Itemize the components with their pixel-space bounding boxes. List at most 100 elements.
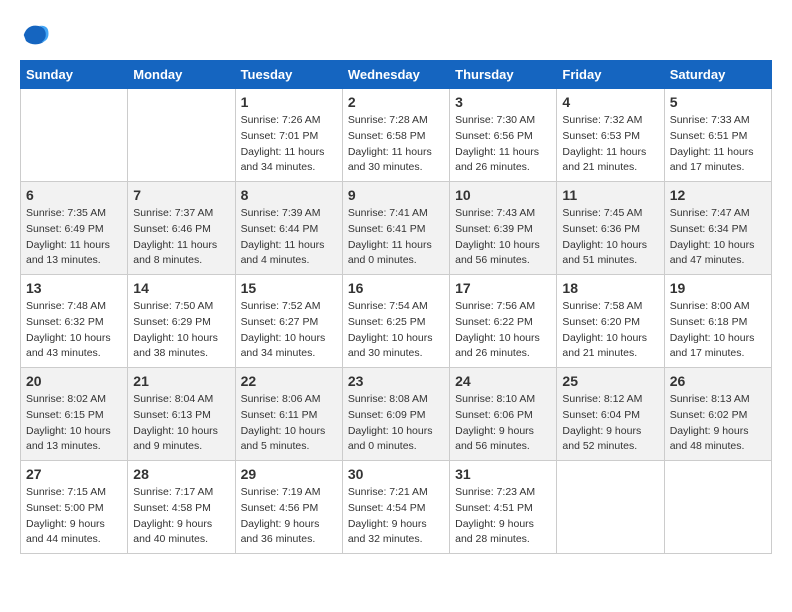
calendar-cell: 9 Sunrise: 7:41 AMSunset: 6:41 PMDaylight… (342, 182, 449, 275)
day-info: Sunrise: 8:00 AMSunset: 6:18 PMDaylight:… (670, 299, 766, 362)
day-info: Sunrise: 7:41 AMSunset: 6:41 PMDaylight:… (348, 206, 444, 269)
calendar-cell: 25 Sunrise: 8:12 AMSunset: 6:04 PMDayligh… (557, 368, 664, 461)
day-info: Sunrise: 7:26 AMSunset: 7:01 PMDaylight:… (241, 113, 337, 176)
calendar-cell: 23Sunrise: 8:08 AMSunset: 6:09 PMDayligh… (342, 368, 449, 461)
calendar-cell: 4 Sunrise: 7:32 AMSunset: 6:53 PMDaylight… (557, 89, 664, 182)
day-number: 7 (133, 187, 229, 203)
calendar-cell: 18Sunrise: 7:58 AMSunset: 6:20 PMDayligh… (557, 275, 664, 368)
calendar-cell: 12 Sunrise: 7:47 AMSunset: 6:34 PMDayligh… (664, 182, 771, 275)
header-wednesday: Wednesday (342, 61, 449, 89)
day-number: 26 (670, 373, 766, 389)
calendar-cell: 21Sunrise: 8:04 AMSunset: 6:13 PMDayligh… (128, 368, 235, 461)
day-number: 5 (670, 94, 766, 110)
header-row: SundayMondayTuesdayWednesdayThursdayFrid… (21, 61, 772, 89)
day-number: 14 (133, 280, 229, 296)
calendar-cell (557, 461, 664, 554)
header-thursday: Thursday (450, 61, 557, 89)
week-row-2: 6 Sunrise: 7:35 AMSunset: 6:49 PMDaylight… (21, 182, 772, 275)
day-info: Sunrise: 7:37 AMSunset: 6:46 PMDaylight:… (133, 206, 229, 269)
day-number: 21 (133, 373, 229, 389)
calendar-cell: 3 Sunrise: 7:30 AMSunset: 6:56 PMDaylight… (450, 89, 557, 182)
day-number: 2 (348, 94, 444, 110)
logo-icon (20, 20, 50, 50)
day-number: 12 (670, 187, 766, 203)
calendar-cell: 14 Sunrise: 7:50 AMSunset: 6:29 PMDayligh… (128, 275, 235, 368)
day-number: 25 (562, 373, 658, 389)
day-number: 9 (348, 187, 444, 203)
day-number: 15 (241, 280, 337, 296)
calendar-cell: 17 Sunrise: 7:56 AMSunset: 6:22 PMDayligh… (450, 275, 557, 368)
calendar-cell: 13Sunrise: 7:48 AMSunset: 6:32 PMDayligh… (21, 275, 128, 368)
day-info: Sunrise: 7:35 AMSunset: 6:49 PMDaylight:… (26, 206, 122, 269)
day-number: 6 (26, 187, 122, 203)
day-info: Sunrise: 7:39 AMSunset: 6:44 PMDaylight:… (241, 206, 337, 269)
day-info: Sunrise: 7:52 AMSunset: 6:27 PMDaylight:… (241, 299, 337, 362)
calendar-cell: 28 Sunrise: 7:17 AMSunset: 4:58 PMDayligh… (128, 461, 235, 554)
day-number: 22 (241, 373, 337, 389)
day-number: 3 (455, 94, 551, 110)
week-row-5: 27 Sunrise: 7:15 AMSunset: 5:00 PMDayligh… (21, 461, 772, 554)
calendar-cell: 6 Sunrise: 7:35 AMSunset: 6:49 PMDaylight… (21, 182, 128, 275)
calendar-cell: 5 Sunrise: 7:33 AMSunset: 6:51 PMDaylight… (664, 89, 771, 182)
calendar-cell (664, 461, 771, 554)
header-saturday: Saturday (664, 61, 771, 89)
day-info: Sunrise: 7:45 AMSunset: 6:36 PMDaylight:… (562, 206, 658, 269)
day-info: Sunrise: 7:21 AMSunset: 4:54 PMDaylight:… (348, 485, 444, 548)
day-number: 4 (562, 94, 658, 110)
day-info: Sunrise: 7:43 AMSunset: 6:39 PMDaylight:… (455, 206, 551, 269)
day-info: Sunrise: 8:12 AMSunset: 6:04 PMDaylight:… (562, 392, 658, 455)
week-row-1: 1 Sunrise: 7:26 AMSunset: 7:01 PMDaylight… (21, 89, 772, 182)
header-monday: Monday (128, 61, 235, 89)
week-row-4: 20 Sunrise: 8:02 AMSunset: 6:15 PMDayligh… (21, 368, 772, 461)
day-number: 30 (348, 466, 444, 482)
day-info: Sunrise: 7:56 AMSunset: 6:22 PMDaylight:… (455, 299, 551, 362)
calendar-cell: 20 Sunrise: 8:02 AMSunset: 6:15 PMDayligh… (21, 368, 128, 461)
day-number: 1 (241, 94, 337, 110)
day-info: Sunrise: 7:19 AMSunset: 4:56 PMDaylight:… (241, 485, 337, 548)
day-number: 10 (455, 187, 551, 203)
day-info: Sunrise: 8:02 AMSunset: 6:15 PMDaylight:… (26, 392, 122, 455)
day-info: Sunrise: 7:32 AMSunset: 6:53 PMDaylight:… (562, 113, 658, 176)
day-info: Sunrise: 7:47 AMSunset: 6:34 PMDaylight:… (670, 206, 766, 269)
day-number: 31 (455, 466, 551, 482)
calendar-cell: 22 Sunrise: 8:06 AMSunset: 6:11 PMDayligh… (235, 368, 342, 461)
day-info: Sunrise: 7:15 AMSunset: 5:00 PMDaylight:… (26, 485, 122, 548)
calendar-cell: 24 Sunrise: 8:10 AMSunset: 6:06 PMDayligh… (450, 368, 557, 461)
day-info: Sunrise: 8:13 AMSunset: 6:02 PMDaylight:… (670, 392, 766, 455)
calendar-cell: 27 Sunrise: 7:15 AMSunset: 5:00 PMDayligh… (21, 461, 128, 554)
day-number: 11 (562, 187, 658, 203)
calendar-cell: 15 Sunrise: 7:52 AMSunset: 6:27 PMDayligh… (235, 275, 342, 368)
day-number: 24 (455, 373, 551, 389)
day-number: 17 (455, 280, 551, 296)
week-row-3: 13Sunrise: 7:48 AMSunset: 6:32 PMDayligh… (21, 275, 772, 368)
calendar-cell (128, 89, 235, 182)
day-info: Sunrise: 7:48 AMSunset: 6:32 PMDaylight:… (26, 299, 122, 362)
day-info: Sunrise: 7:30 AMSunset: 6:56 PMDaylight:… (455, 113, 551, 176)
day-number: 16 (348, 280, 444, 296)
day-number: 19 (670, 280, 766, 296)
day-number: 20 (26, 373, 122, 389)
day-info: Sunrise: 7:33 AMSunset: 6:51 PMDaylight:… (670, 113, 766, 176)
day-info: Sunrise: 7:28 AMSunset: 6:58 PMDaylight:… (348, 113, 444, 176)
day-number: 27 (26, 466, 122, 482)
calendar-cell: 2 Sunrise: 7:28 AMSunset: 6:58 PMDaylight… (342, 89, 449, 182)
calendar-cell: 11 Sunrise: 7:45 AMSunset: 6:36 PMDayligh… (557, 182, 664, 275)
day-info: Sunrise: 7:23 AMSunset: 4:51 PMDaylight:… (455, 485, 551, 548)
day-info: Sunrise: 7:17 AMSunset: 4:58 PMDaylight:… (133, 485, 229, 548)
day-info: Sunrise: 7:50 AMSunset: 6:29 PMDaylight:… (133, 299, 229, 362)
header-sunday: Sunday (21, 61, 128, 89)
header-friday: Friday (557, 61, 664, 89)
page-header (20, 20, 772, 50)
calendar-cell: 7 Sunrise: 7:37 AMSunset: 6:46 PMDaylight… (128, 182, 235, 275)
calendar-cell: 31 Sunrise: 7:23 AMSunset: 4:51 PMDayligh… (450, 461, 557, 554)
day-number: 18 (562, 280, 658, 296)
day-info: Sunrise: 8:08 AMSunset: 6:09 PMDaylight:… (348, 392, 444, 455)
day-info: Sunrise: 8:06 AMSunset: 6:11 PMDaylight:… (241, 392, 337, 455)
calendar-cell: 1 Sunrise: 7:26 AMSunset: 7:01 PMDaylight… (235, 89, 342, 182)
calendar-cell: 10 Sunrise: 7:43 AMSunset: 6:39 PMDayligh… (450, 182, 557, 275)
day-info: Sunrise: 8:10 AMSunset: 6:06 PMDaylight:… (455, 392, 551, 455)
calendar-cell: 19 Sunrise: 8:00 AMSunset: 6:18 PMDayligh… (664, 275, 771, 368)
calendar-cell: 29 Sunrise: 7:19 AMSunset: 4:56 PMDayligh… (235, 461, 342, 554)
day-number: 28 (133, 466, 229, 482)
day-number: 29 (241, 466, 337, 482)
